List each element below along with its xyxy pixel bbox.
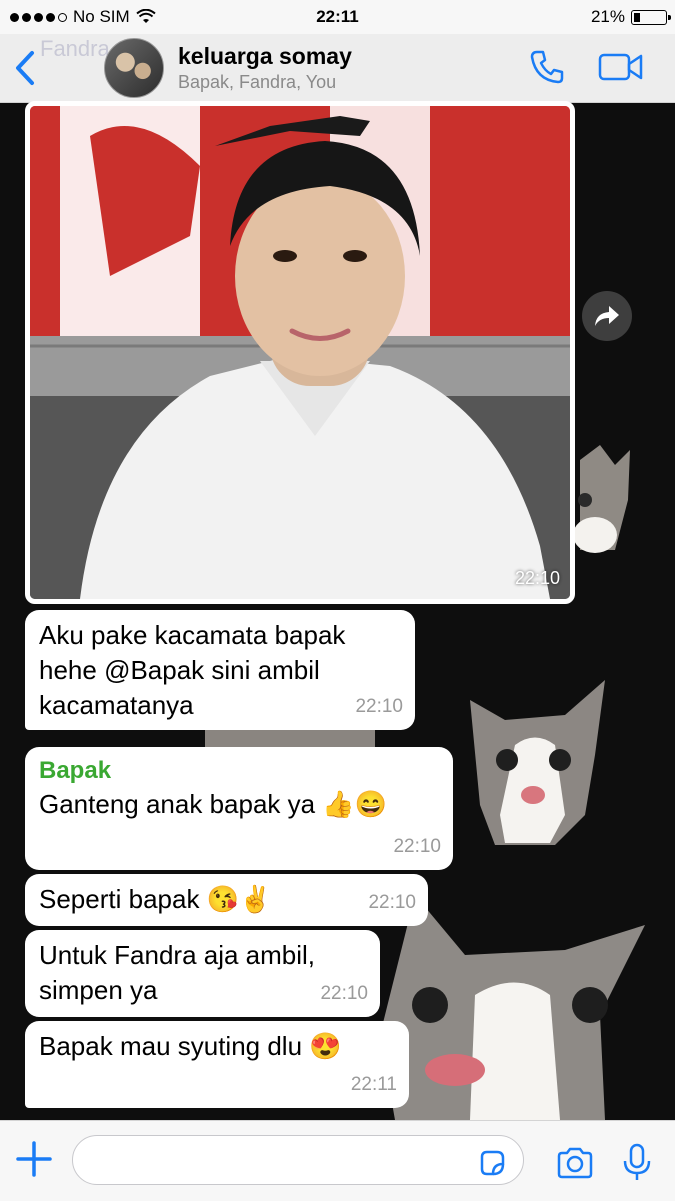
message-text-line: hehe @Bapak sini ambil <box>39 655 320 685</box>
message-time: 22:10 <box>514 568 560 588</box>
battery-icon <box>631 9 671 25</box>
group-avatar[interactable] <box>104 38 164 98</box>
message-bubble[interactable]: Seperti bapak 😘✌️ 22:10 <box>25 874 428 926</box>
message-time: 22:10 <box>355 696 403 717</box>
sticker-icon[interactable] <box>478 1149 506 1177</box>
message-bubble[interactable]: Bapak Ganteng anak bapak ya 👍😄 22:10 <box>25 747 453 870</box>
battery-group: 21% <box>590 7 671 27</box>
chat-participants[interactable]: Bapak, Fandra, You <box>178 72 336 93</box>
message-bubble[interactable]: Bapak mau syuting dlu 😍 22:11 <box>25 1021 409 1108</box>
message-text-line: simpen ya <box>39 975 158 1005</box>
message-time: 22:10 <box>393 836 441 857</box>
message-text-line: Seperti bapak 😘✌️ <box>39 884 272 914</box>
forward-button[interactable] <box>582 291 632 341</box>
plus-icon[interactable] <box>14 1139 54 1179</box>
photo-message[interactable]: 22:10 <box>25 101 575 604</box>
status-time: 22:11 <box>316 7 359 26</box>
microphone-icon[interactable] <box>622 1143 652 1183</box>
forward-arrow-icon <box>595 306 619 326</box>
cat-sticker-medium <box>470 680 605 845</box>
message-text-line: kacamatanya <box>39 690 194 720</box>
sender-name[interactable]: Bapak <box>39 755 439 787</box>
message-text-line: Bapak mau syuting dlu 😍 <box>39 1031 342 1061</box>
message-input-bar <box>0 1120 675 1201</box>
message-text-line: Aku pake kacamata bapak <box>39 620 346 650</box>
message-input[interactable] <box>72 1135 524 1185</box>
chat-header: Fandra keluarga somay Bapak, Fandra, You <box>0 34 675 103</box>
chevron-left-icon[interactable] <box>10 48 40 88</box>
message-time: 22:10 <box>320 983 368 1004</box>
status-bar: No SIM 22:11 21% <box>0 0 675 34</box>
message-text-line: Ganteng anak bapak ya 👍😄 <box>39 789 388 819</box>
message-text-line: Untuk Fandra aja ambil, <box>39 940 316 970</box>
chat-title[interactable]: keluarga somay <box>178 43 352 70</box>
battery-percent: 21% <box>590 7 625 26</box>
message-bubble[interactable]: Untuk Fandra aja ambil, simpen ya 22:10 <box>25 930 380 1017</box>
video-camera-icon[interactable] <box>598 50 644 84</box>
message-time: 22:10 <box>368 892 416 913</box>
phone-icon[interactable] <box>528 48 566 86</box>
photo-image <box>30 106 570 599</box>
message-bubble[interactable]: Aku pake kacamata bapak hehe @Bapak sini… <box>25 610 415 730</box>
message-time: 22:11 <box>350 1074 397 1095</box>
camera-icon[interactable] <box>556 1147 594 1179</box>
previous-chat-name: Fandra <box>40 36 110 61</box>
